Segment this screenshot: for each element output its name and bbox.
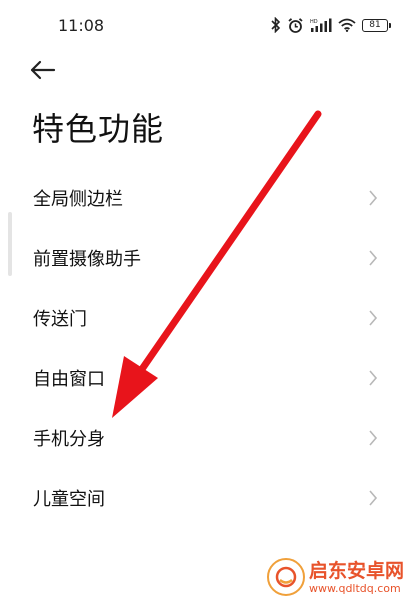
- menu-item-front-camera-assistant[interactable]: 前置摄像助手: [0, 228, 410, 288]
- menu-item-label: 自由窗口: [33, 369, 105, 390]
- watermark-url: www.qdltdq.com: [308, 581, 401, 595]
- battery-level: 81: [369, 19, 381, 30]
- menu-item-global-sidebar[interactable]: 全局侧边栏: [0, 168, 410, 228]
- chevron-right-icon: [369, 430, 378, 446]
- bluetooth-icon: [271, 17, 281, 33]
- menu-item-portal[interactable]: 传送门: [0, 288, 410, 348]
- watermark: 启东安卓网 www.qdltdq.com: [266, 558, 404, 596]
- watermark-text: 启东安卓网 www.qdltdq.com: [309, 560, 404, 595]
- watermark-logo-icon: [266, 558, 305, 596]
- svg-text:HD: HD: [310, 19, 318, 25]
- menu-item-label: 前置摄像助手: [33, 249, 141, 270]
- menu-item-free-window[interactable]: 自由窗口: [0, 348, 410, 408]
- menu-item-kids-space[interactable]: 儿童空间: [0, 468, 410, 528]
- feature-menu-list: 全局侧边栏 前置摄像助手 传送门 自由窗口 手机分身 儿童空间: [0, 168, 410, 528]
- chevron-right-icon: [369, 490, 378, 506]
- status-time: 11:08: [58, 16, 105, 35]
- chevron-right-icon: [369, 190, 378, 206]
- status-bar: 11:08 HD 81: [0, 0, 410, 48]
- menu-item-label: 传送门: [33, 309, 87, 330]
- menu-item-label: 全局侧边栏: [33, 189, 123, 210]
- menu-item-dual-apps[interactable]: 手机分身: [0, 408, 410, 468]
- watermark-title: 启东安卓网: [308, 559, 404, 582]
- wifi-icon: [338, 18, 356, 32]
- hd-signal-icon: HD: [310, 18, 332, 33]
- back-button[interactable]: [28, 56, 58, 84]
- chevron-right-icon: [369, 370, 378, 386]
- menu-item-label: 手机分身: [33, 429, 105, 450]
- menu-item-label: 儿童空间: [33, 489, 105, 510]
- back-arrow-icon: [30, 60, 56, 80]
- chevron-right-icon: [369, 250, 378, 266]
- status-icons: HD 81: [271, 14, 391, 36]
- alarm-icon: [287, 17, 304, 34]
- chevron-right-icon: [369, 310, 378, 326]
- page-title: 特色功能: [32, 110, 165, 148]
- battery-icon: 81: [362, 18, 391, 32]
